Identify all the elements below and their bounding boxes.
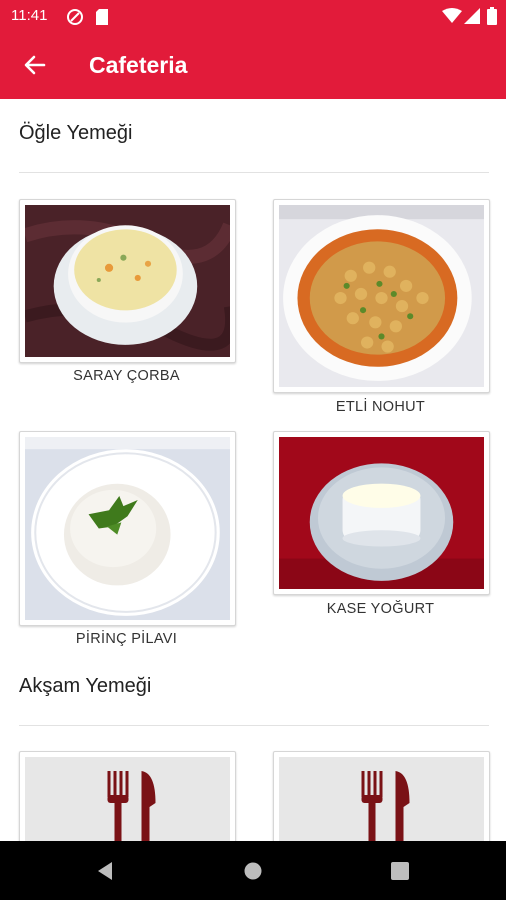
meal-photo-yogurt <box>279 437 484 589</box>
menu-content[interactable]: Öğle Yemeği SARAY ÇORBA ETLİ NOHUT PİRİN… <box>0 99 506 841</box>
signal-icon <box>464 8 480 29</box>
meal-card-pirinc-pilavi[interactable] <box>19 431 236 626</box>
status-time: 11:41 <box>11 7 48 24</box>
nav-recents-icon[interactable] <box>391 862 409 885</box>
status-bar: 11:41 <box>0 0 506 32</box>
meal-photo-soup <box>25 205 230 357</box>
sd-card-icon <box>95 8 109 31</box>
app-bar: Cafeteria <box>0 32 506 99</box>
meal-name: ETLİ NOHUT <box>335 399 426 415</box>
meal-card-saray-corba[interactable] <box>19 199 236 363</box>
nav-back-icon[interactable] <box>96 861 114 886</box>
page-title: Cafeteria <box>89 52 188 78</box>
meal-card-kase-yogurt[interactable] <box>273 431 490 595</box>
meal-name: PİRİNÇ PİLAVI <box>75 631 178 647</box>
section-title-dinner: Akşam Yemeği <box>19 675 152 697</box>
meal-photo-rice <box>25 437 230 620</box>
meal-photo-chickpeas <box>279 205 484 387</box>
back-arrow-icon[interactable] <box>22 52 48 78</box>
nav-home-icon[interactable] <box>244 862 262 885</box>
wifi-icon <box>442 8 462 29</box>
section-divider <box>19 172 489 173</box>
fork-knife-icon <box>25 757 230 841</box>
meal-name: KASE YOĞURT <box>326 601 435 617</box>
meal-card-placeholder[interactable] <box>273 751 490 841</box>
data-saver-icon <box>66 8 84 31</box>
battery-icon <box>487 7 497 30</box>
section-divider <box>19 725 489 726</box>
fork-knife-icon <box>279 757 484 841</box>
meal-card-placeholder[interactable] <box>19 751 236 841</box>
meal-card-etli-nohut[interactable] <box>273 199 490 393</box>
section-title-lunch: Öğle Yemeği <box>19 122 133 144</box>
meal-name: SARAY ÇORBA <box>73 368 180 384</box>
system-navigation-bar <box>0 841 506 900</box>
